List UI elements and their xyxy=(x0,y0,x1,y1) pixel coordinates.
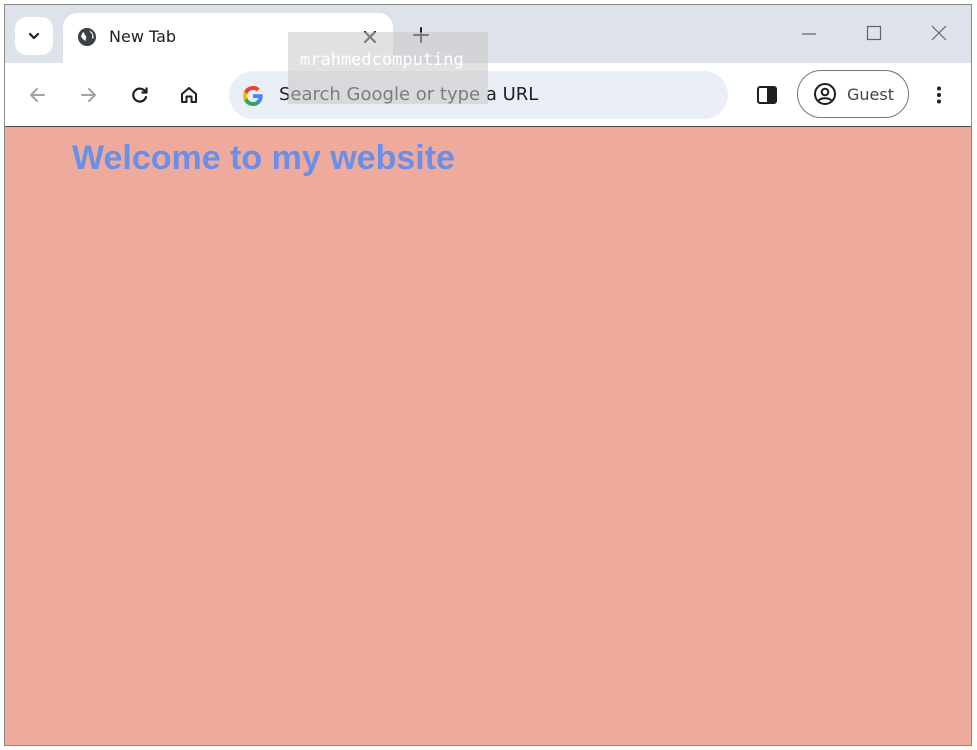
maximize-button[interactable] xyxy=(858,19,890,47)
browser-window: New Tab Search Google or type a URL Gues… xyxy=(4,4,972,746)
side-panel-button[interactable] xyxy=(751,79,783,111)
profile-button[interactable]: Guest xyxy=(797,70,909,118)
maximize-icon xyxy=(866,25,882,41)
close-window-button[interactable] xyxy=(923,19,955,47)
page-content: Welcome to my website xyxy=(5,127,971,745)
browser-toolbar: Guest xyxy=(5,63,971,127)
profile-label: Guest xyxy=(847,84,894,104)
menu-button[interactable] xyxy=(923,79,955,111)
google-g-icon xyxy=(243,86,263,106)
minimize-icon xyxy=(802,33,816,35)
minimize-button[interactable] xyxy=(793,19,825,47)
back-button[interactable] xyxy=(21,79,53,111)
globe-icon xyxy=(78,28,96,46)
tab-strip: New Tab xyxy=(5,5,971,66)
reload-button[interactable] xyxy=(124,79,156,111)
reload-icon xyxy=(132,87,148,103)
arrow-left-icon xyxy=(30,88,45,102)
arrow-right-icon xyxy=(81,88,96,102)
forward-button[interactable] xyxy=(73,79,105,111)
close-icon xyxy=(931,25,947,41)
watermark-text: mrahmedcomputing xyxy=(300,50,464,70)
tab-search-button[interactable] xyxy=(15,17,53,55)
page-heading: Welcome to my website xyxy=(72,139,455,177)
account-circle-icon xyxy=(814,83,836,105)
more-vert-icon xyxy=(937,86,941,104)
chevron-down-icon xyxy=(28,32,40,40)
side-panel-icon xyxy=(757,86,777,104)
home-button[interactable] xyxy=(173,79,205,111)
home-icon xyxy=(181,87,197,103)
watermark: mrahmedcomputing xyxy=(288,32,488,104)
tab-title: New Tab xyxy=(109,27,177,46)
